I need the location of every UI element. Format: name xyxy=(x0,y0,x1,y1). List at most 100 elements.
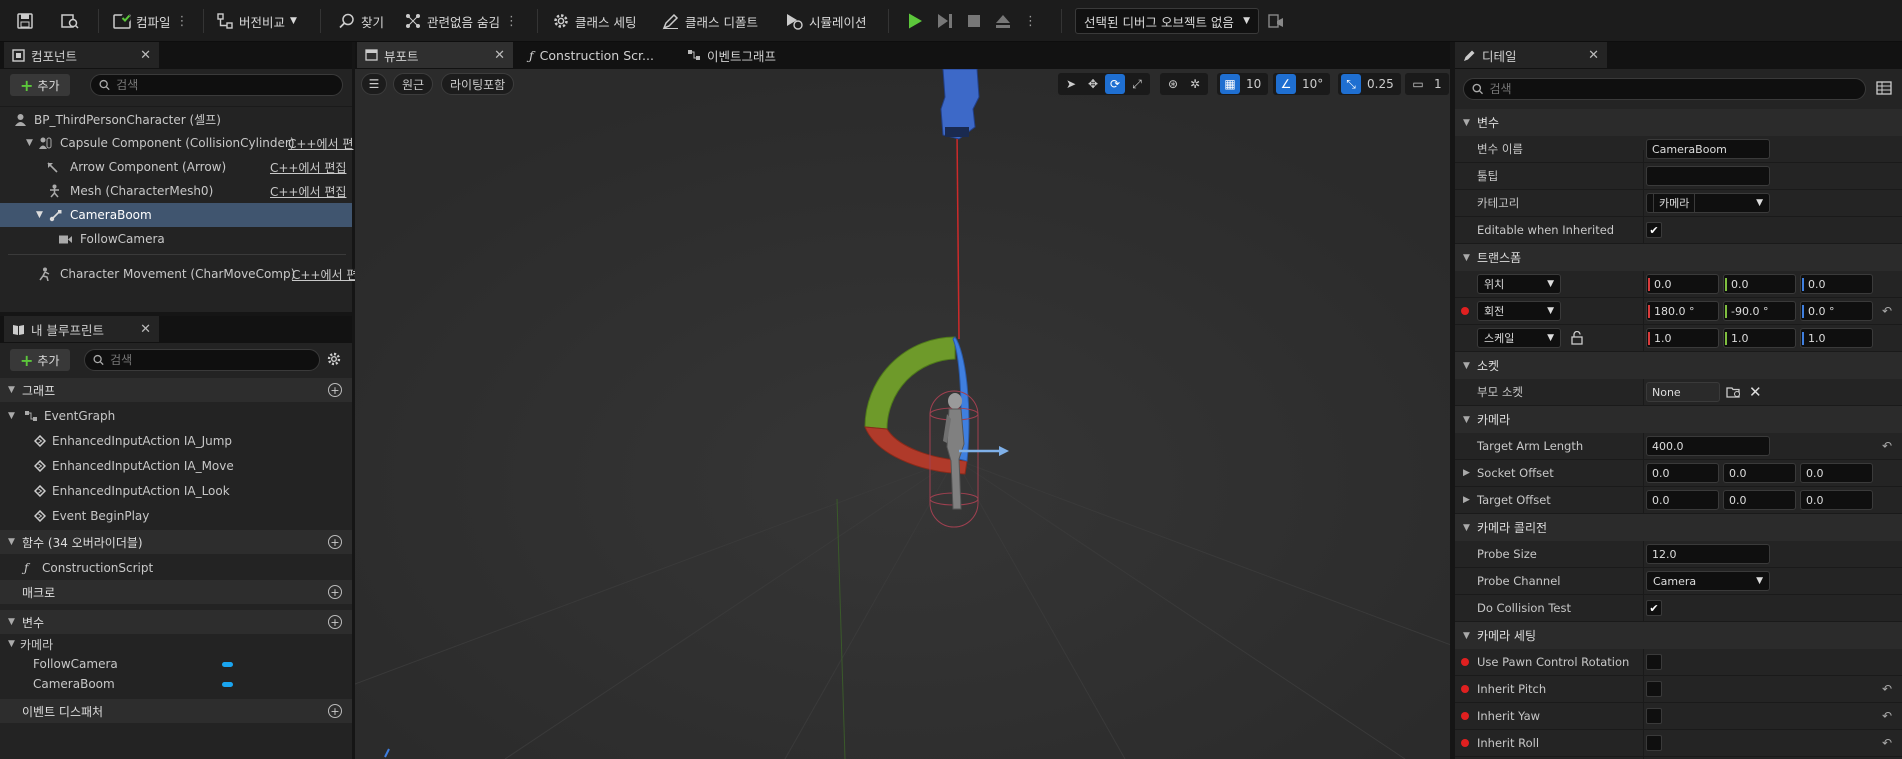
camera-settings-section-header[interactable]: ▼ 카메라 세팅 xyxy=(1455,622,1902,649)
rotation-y-field[interactable]: -90.0 ° xyxy=(1723,301,1796,321)
macros-section-header[interactable]: 매크로 + xyxy=(0,580,352,604)
probe-channel-dropdown[interactable]: Camera ▼ xyxy=(1646,571,1770,591)
diff-button[interactable]: 버전비교 ▼ xyxy=(216,8,297,34)
scale-snap-icon[interactable]: ⤡ xyxy=(1341,74,1361,94)
compile-options-icon[interactable]: ⋮ xyxy=(176,14,189,29)
component-cameraboom-row[interactable]: ▼ CameraBoom xyxy=(0,203,352,227)
unlock-icon[interactable] xyxy=(1570,331,1584,345)
reset-arrow-icon[interactable]: ↶ xyxy=(1882,709,1892,723)
expand-arrow-icon[interactable]: ▶ xyxy=(1463,468,1470,478)
expand-arrow-icon[interactable]: ▼ xyxy=(36,210,43,220)
reset-arrow-icon[interactable]: ↶ xyxy=(1882,439,1892,453)
eject-icon[interactable] xyxy=(994,12,1012,30)
find-button[interactable]: 찾기 xyxy=(338,8,384,34)
scale-snap-control[interactable]: ⤡ 0.25 xyxy=(1338,73,1401,95)
details-search-input[interactable] xyxy=(1489,82,1865,96)
select-icon[interactable]: ➤ xyxy=(1061,74,1081,94)
tab-viewport[interactable]: 뷰포트 ✕ xyxy=(357,42,513,68)
socket-offset-z-field[interactable]: 0.0 xyxy=(1800,463,1873,483)
component-followcamera-row[interactable]: FollowCamera xyxy=(0,227,352,251)
browse-socket-icon[interactable] xyxy=(1726,385,1742,399)
variable-category-row[interactable]: ▼ 카메라 xyxy=(0,634,352,654)
event-row[interactable]: EnhancedInputAction IA_Move xyxy=(0,454,352,478)
component-self-row[interactable]: BP_ThirdPersonCharacter (셀프) xyxy=(0,107,352,131)
editable-inherited-checkbox[interactable]: ✔ xyxy=(1646,222,1662,238)
variables-section-header[interactable]: ▼ 변수 xyxy=(1455,109,1902,136)
save-icon[interactable] xyxy=(16,8,34,34)
reset-arrow-icon[interactable]: ↶ xyxy=(1882,682,1892,696)
tab-my-blueprint[interactable]: 내 블루프린트 ✕ xyxy=(4,316,159,342)
scale-z-field[interactable]: 1.0 xyxy=(1800,328,1873,348)
socket-section-header[interactable]: ▼ 소켓 xyxy=(1455,352,1902,379)
hide-unrelated-button[interactable]: 관련없음 숨김 ⋮ xyxy=(404,8,518,34)
location-x-field[interactable]: 0.0 xyxy=(1646,274,1719,294)
component-capsule-row[interactable]: ▼ Capsule Component (CollisionCylinder) … xyxy=(0,131,353,155)
tab-details[interactable]: 디테일 ✕ xyxy=(1455,42,1607,68)
edit-in-cpp-link[interactable]: C++에서 편 xyxy=(292,266,357,283)
transform-section-header[interactable]: ▼ 트랜스폼 xyxy=(1455,244,1902,271)
stop-icon[interactable] xyxy=(966,13,982,29)
close-icon[interactable]: ✕ xyxy=(1588,48,1599,63)
grid-icon[interactable]: ▦ xyxy=(1220,74,1240,94)
viewport-menu-button[interactable]: ☰ xyxy=(361,73,387,95)
do-collision-test-checkbox[interactable]: ✔ xyxy=(1646,600,1662,616)
close-icon[interactable]: ✕ xyxy=(140,322,151,337)
debug-filter-icon[interactable] xyxy=(1267,8,1285,34)
variable-name-field[interactable]: CameraBoom xyxy=(1646,139,1770,159)
surface-snap-icon[interactable]: ✲ xyxy=(1185,74,1205,94)
socket-offset-y-field[interactable]: 0.0 xyxy=(1723,463,1796,483)
view-mode-button[interactable]: 라이팅포함 xyxy=(441,73,515,95)
translate-icon[interactable]: ✥ xyxy=(1083,74,1103,94)
add-variable-icon[interactable]: + xyxy=(328,615,342,629)
target-offset-x-field[interactable]: 0.0 xyxy=(1646,490,1719,510)
blueprint-search-field[interactable] xyxy=(84,349,320,371)
simulation-button[interactable]: 시뮬레이션 xyxy=(784,8,867,34)
location-y-field[interactable]: 0.0 xyxy=(1723,274,1796,294)
event-graph-row[interactable]: ▼ EventGraph xyxy=(0,404,352,428)
camera-collision-section-header[interactable]: ▼ 카메라 콜리전 xyxy=(1455,514,1902,541)
rotate-icon[interactable]: ⟳ xyxy=(1105,74,1125,94)
location-z-field[interactable]: 0.0 xyxy=(1800,274,1873,294)
expand-arrow-icon[interactable]: ▶ xyxy=(1463,495,1470,505)
scale-icon[interactable]: ⤢ xyxy=(1127,74,1147,94)
compile-button[interactable]: 컴파일 ⋮ xyxy=(113,8,189,34)
location-mode-dropdown[interactable]: 위치 ▼ xyxy=(1477,274,1561,294)
expand-arrow-icon[interactable]: ▼ xyxy=(8,411,15,421)
rotation-snap-control[interactable]: ∠ 10° xyxy=(1273,73,1331,95)
add-macro-icon[interactable]: + xyxy=(328,585,342,599)
target-arm-length-field[interactable]: 400.0 xyxy=(1646,436,1770,456)
grid-snap-control[interactable]: ▦ 10 xyxy=(1217,73,1269,95)
rotation-z-field[interactable]: 0.0 ° xyxy=(1800,301,1873,321)
inherit-yaw-checkbox[interactable] xyxy=(1646,708,1662,724)
event-row[interactable]: EnhancedInputAction IA_Look xyxy=(0,479,352,503)
hide-unrelated-options-icon[interactable]: ⋮ xyxy=(505,14,518,29)
components-search-input[interactable] xyxy=(116,78,342,92)
expand-arrow-icon[interactable]: ▼ xyxy=(26,138,33,148)
details-search-field[interactable] xyxy=(1463,78,1866,100)
event-row[interactable]: Event BeginPlay xyxy=(0,504,352,528)
close-icon[interactable]: ✕ xyxy=(140,48,151,63)
angle-icon[interactable]: ∠ xyxy=(1276,74,1296,94)
tab-event-graph[interactable]: 이벤트그래프 xyxy=(679,42,839,68)
debug-object-dropdown[interactable]: 선택된 디버그 오브젝트 없음 ▼ xyxy=(1075,8,1259,34)
blueprint-search-input[interactable] xyxy=(110,353,319,367)
tooltip-field[interactable] xyxy=(1646,166,1770,186)
scale-x-field[interactable]: 1.0 xyxy=(1646,328,1719,348)
target-offset-y-field[interactable]: 0.0 xyxy=(1723,490,1796,510)
parent-socket-field[interactable]: None xyxy=(1646,382,1720,402)
edit-in-cpp-link[interactable]: C++에서 편집 xyxy=(270,183,346,200)
add-dispatcher-icon[interactable]: + xyxy=(328,704,342,718)
edit-in-cpp-link[interactable]: C++에서 편 xyxy=(288,135,353,152)
edit-in-cpp-link[interactable]: C++에서 편집 xyxy=(270,159,346,176)
tab-construction-script[interactable]: ƒ Construction Scr... xyxy=(521,42,681,68)
browse-asset-icon[interactable] xyxy=(60,8,80,34)
scale-y-field[interactable]: 1.0 xyxy=(1723,328,1796,348)
component-mesh-row[interactable]: Mesh (CharacterMesh0) C++에서 편집 xyxy=(0,179,352,203)
dispatchers-section-header[interactable]: 이벤트 디스패처 + xyxy=(0,699,352,723)
add-graph-icon[interactable]: + xyxy=(328,383,342,397)
category-dropdown[interactable]: 카메라 ▼ xyxy=(1646,193,1770,213)
inherit-pitch-checkbox[interactable] xyxy=(1646,681,1662,697)
reset-arrow-icon[interactable]: ↶ xyxy=(1882,304,1892,318)
inherit-roll-checkbox[interactable] xyxy=(1646,735,1662,751)
camera-speed-control[interactable]: ▭ 1 xyxy=(1405,73,1449,95)
